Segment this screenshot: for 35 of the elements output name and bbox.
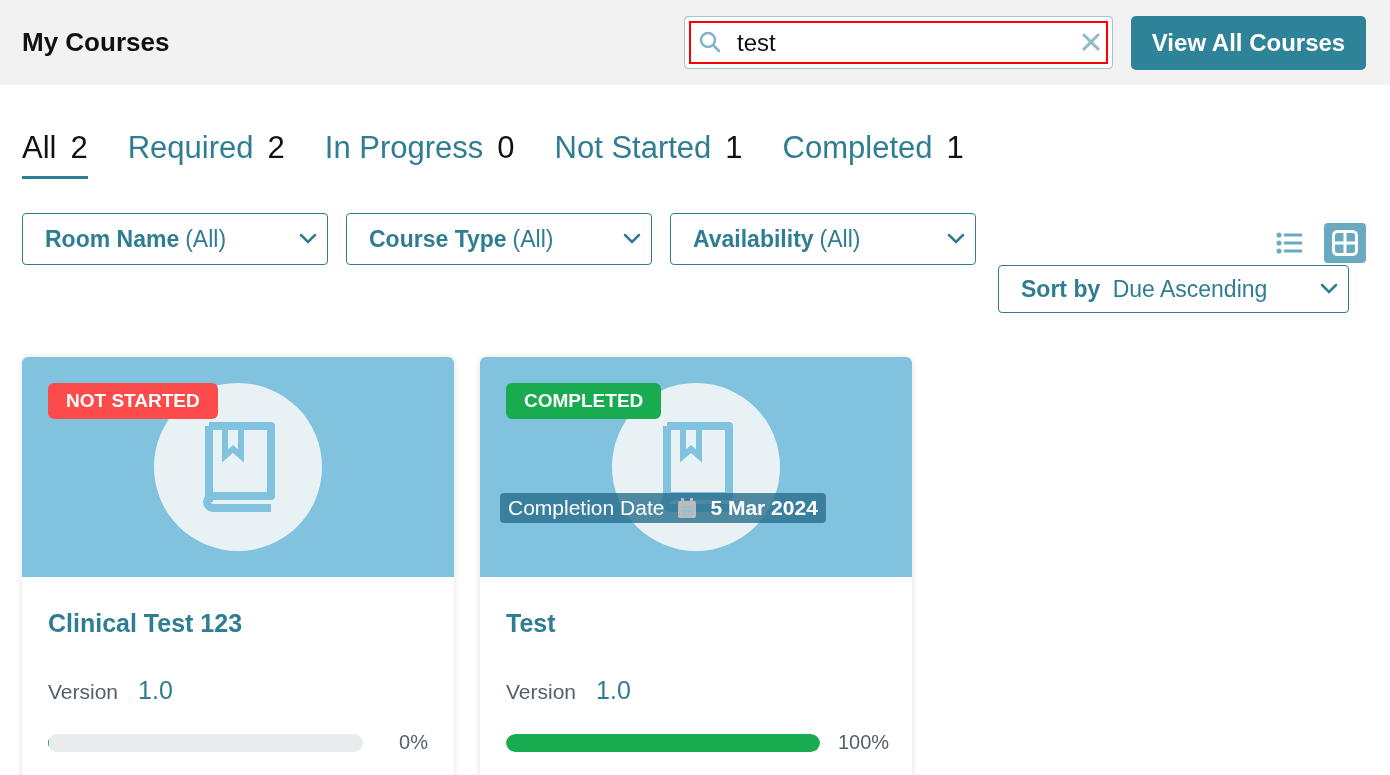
course-card[interactable]: COMPLETED Completion Date 5 Mar 2024 Test Version 1.0 100%	[480, 357, 912, 775]
filter-tab[interactable]: Required 2	[127, 129, 285, 179]
chevron-down-icon	[623, 233, 641, 245]
filter-tab[interactable]: In Progress 0	[324, 129, 515, 179]
view-all-courses-button[interactable]: View All Courses	[1131, 15, 1366, 70]
version-number: 1.0	[138, 676, 173, 705]
filter-dropdown[interactable]: Availability (All)	[670, 213, 976, 265]
page-title: My Courses	[22, 27, 171, 58]
search-input[interactable]: test	[684, 16, 1113, 69]
progress-percent: 0%	[398, 731, 428, 754]
filter-dropdown[interactable]: Room Name (All)	[22, 213, 328, 265]
search-icon	[698, 30, 722, 54]
completion-date: 5 Mar 2024	[710, 496, 818, 520]
list-view-icon	[1276, 232, 1302, 254]
version-label: Version	[506, 680, 577, 704]
calendar-icon	[678, 498, 697, 518]
chevron-down-icon	[1320, 283, 1338, 295]
filter-dropdown[interactable]: Course Type (All)	[346, 213, 652, 265]
filter-tab[interactable]: Completed 1	[782, 129, 964, 179]
close-icon[interactable]	[1082, 33, 1100, 51]
view-toggle-button[interactable]	[1324, 223, 1366, 263]
status-badge: COMPLETED	[506, 383, 662, 419]
course-title[interactable]: Clinical Test 123	[48, 609, 428, 638]
chevron-down-icon	[947, 233, 965, 245]
completion-date-label: Completion Date	[508, 496, 665, 520]
status-badge: NOT STARTED	[48, 383, 218, 419]
grid-view-icon	[1332, 230, 1358, 256]
sort-dropdown[interactable]: Sort by Due Ascending	[998, 265, 1349, 313]
course-card[interactable]: NOT STARTED Clinical Test 123 Version 1.0 0%	[22, 357, 454, 775]
chevron-down-icon	[299, 233, 317, 245]
version-label: Version	[48, 680, 119, 704]
filter-tab[interactable]: All 2	[22, 129, 88, 179]
version-number: 1.0	[596, 676, 631, 705]
course-title[interactable]: Test	[506, 609, 886, 638]
filter-tab[interactable]: Not Started 1	[554, 129, 743, 179]
